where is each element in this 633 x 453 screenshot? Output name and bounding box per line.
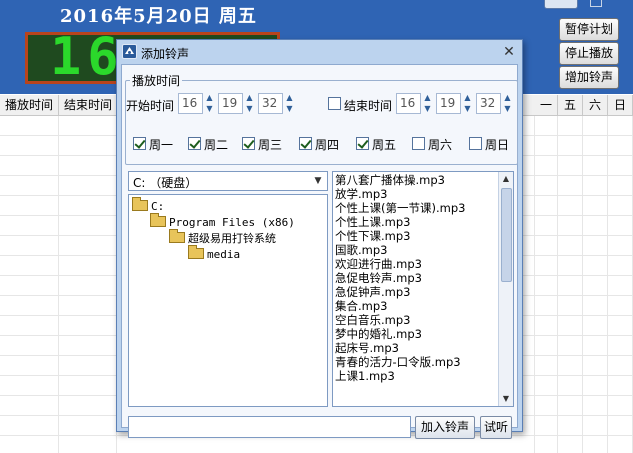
end-minute-stepper[interactable]: ▲ ▼ [462,93,473,114]
dialog-titlebar[interactable]: 添加铃声 ✕ [117,40,522,64]
end-second-input[interactable]: 32 [476,93,501,114]
col-header-end-time[interactable]: 结束时间 [59,95,118,115]
end-minute-input[interactable]: 19 [436,93,461,114]
add-ringtone-button[interactable]: 增加铃声 [559,66,619,89]
list-item[interactable]: 急促钟声.mp3 [335,285,410,299]
folder-icon [132,197,148,211]
weekday-label-tue: 周二 [204,138,229,152]
file-list[interactable]: 第八套广播体操.mp3 放学.mp3 个性上课(第一节课).mp3 个性上课.m… [332,171,514,407]
weekday-label-thu: 周四 [315,138,340,152]
list-item[interactable]: 起床号.mp3 [335,341,399,355]
list-item[interactable]: 放学.mp3 [335,187,387,201]
list-item[interactable]: 上课1.mp3 [335,369,395,383]
list-item[interactable]: 欢迎进行曲.mp3 [335,257,422,271]
tree-item-drive-c[interactable]: C: [132,197,164,215]
folder-icon [188,245,204,259]
file-list-scrollbar[interactable]: ▲ ▼ [498,172,513,406]
weekday-checkbox-sat[interactable] [412,137,425,150]
stop-playback-button[interactable]: 停止播放 [559,42,619,65]
col-header-fri[interactable]: 五 [558,95,583,115]
list-item[interactable]: 个性下课.mp3 [335,229,410,243]
close-icon[interactable]: ✕ [500,43,518,61]
start-hour-stepper[interactable]: ▲ ▼ [204,93,215,114]
list-item[interactable]: 个性上课.mp3 [335,215,410,229]
folder-icon [169,229,185,243]
drive-select[interactable]: C: （硬盘） ▼ [128,171,328,191]
start-hour-input[interactable]: 16 [178,93,203,114]
start-second-stepper[interactable]: ▲ ▼ [284,93,295,114]
weekday-label-fri: 周五 [372,138,397,152]
spin-down-icon[interactable]: ▼ [284,104,295,114]
spin-down-icon[interactable]: ▼ [502,104,513,114]
window-control-icon[interactable] [544,0,578,9]
spin-up-icon[interactable]: ▲ [284,93,295,103]
end-second-stepper[interactable]: ▲ ▼ [502,93,513,114]
weekday-label-mon: 周一 [149,138,174,152]
app-logo-icon [122,44,137,59]
weekday-label-wed: 周三 [258,138,283,152]
list-item[interactable]: 梦中的婚礼.mp3 [335,327,422,341]
start-time-label: 开始时间 [126,99,175,113]
scrollbar-thumb[interactable] [501,188,512,282]
minimize-icon[interactable] [590,0,602,7]
col-header-play-time[interactable]: 播放时间 [0,95,59,115]
list-item[interactable]: 青春的活力-口令版.mp3 [335,355,461,369]
dialog-title: 添加铃声 [141,47,190,61]
weekday-label-sat: 周六 [428,138,453,152]
tree-item-app-folder[interactable]: 超级易用打铃系统 [169,229,276,247]
list-item[interactable]: 空白音乐.mp3 [335,313,410,327]
scroll-down-icon[interactable]: ▼ [499,392,513,406]
dialog-body: 播放时间 开始时间 16 ▲ ▼ 19 ▲ ▼ 32 ▲ ▼ 结束时间 16 ▲ ▼ 1… [121,64,518,439]
list-item[interactable]: 集合.mp3 [335,299,387,313]
date-title: 2016年5月20日 周五 [60,6,257,27]
weekday-checkbox-thu[interactable] [299,137,312,150]
col-header-sun[interactable]: 日 [608,95,633,115]
weekday-checkbox-tue[interactable] [188,137,201,150]
spin-up-icon[interactable]: ▲ [244,93,255,103]
col-header-mon[interactable]: 一 [535,95,558,115]
spin-up-icon[interactable]: ▲ [502,93,513,103]
tree-item-media[interactable]: media [188,245,240,263]
weekday-checkbox-mon[interactable] [133,137,146,150]
start-second-input[interactable]: 32 [258,93,283,114]
selected-file-field[interactable] [128,416,411,438]
pause-plan-button[interactable]: 暂停计划 [559,18,619,41]
chevron-down-icon[interactable]: ▼ [311,173,325,189]
spin-up-icon[interactable]: ▲ [204,93,215,103]
end-hour-stepper[interactable]: ▲ ▼ [422,93,433,114]
scroll-up-icon[interactable]: ▲ [499,172,513,186]
list-item[interactable]: 急促电铃声.mp3 [335,271,422,285]
end-hour-input[interactable]: 16 [396,93,421,114]
play-time-group-title: 播放时间 [130,72,183,89]
spin-up-icon[interactable]: ▲ [422,93,433,103]
start-minute-input[interactable]: 19 [218,93,243,114]
folder-tree[interactable]: C: Program Files (x86) 超级易用打铃系统 media [128,194,328,407]
start-minute-stepper[interactable]: ▲ ▼ [244,93,255,114]
end-time-label: 结束时间 [344,99,393,113]
spin-down-icon[interactable]: ▼ [422,104,433,114]
weekday-checkbox-wed[interactable] [242,137,255,150]
preview-button[interactable]: 试听 [480,416,512,439]
spin-down-icon[interactable]: ▼ [462,104,473,114]
add-ringtone-confirm-button[interactable]: 加入铃声 [415,416,475,439]
spin-up-icon[interactable]: ▲ [462,93,473,103]
weekday-label-sun: 周日 [485,138,510,152]
weekday-checkbox-sun[interactable] [469,137,482,150]
weekday-checkbox-fri[interactable] [356,137,369,150]
add-ringtone-dialog: 添加铃声 ✕ 播放时间 开始时间 16 ▲ ▼ 19 ▲ ▼ 32 ▲ ▼ 结束时间 … [116,39,523,439]
spin-down-icon[interactable]: ▼ [244,104,255,114]
drive-select-value: C: （硬盘） [133,176,198,190]
list-item[interactable]: 个性上课(第一节课).mp3 [335,201,465,215]
list-item[interactable]: 第八套广播体操.mp3 [335,173,445,187]
end-time-checkbox[interactable] [328,97,341,110]
spin-down-icon[interactable]: ▼ [204,104,215,114]
folder-icon [150,213,166,227]
list-item[interactable]: 国歌.mp3 [335,243,387,257]
col-header-sat[interactable]: 六 [583,95,608,115]
